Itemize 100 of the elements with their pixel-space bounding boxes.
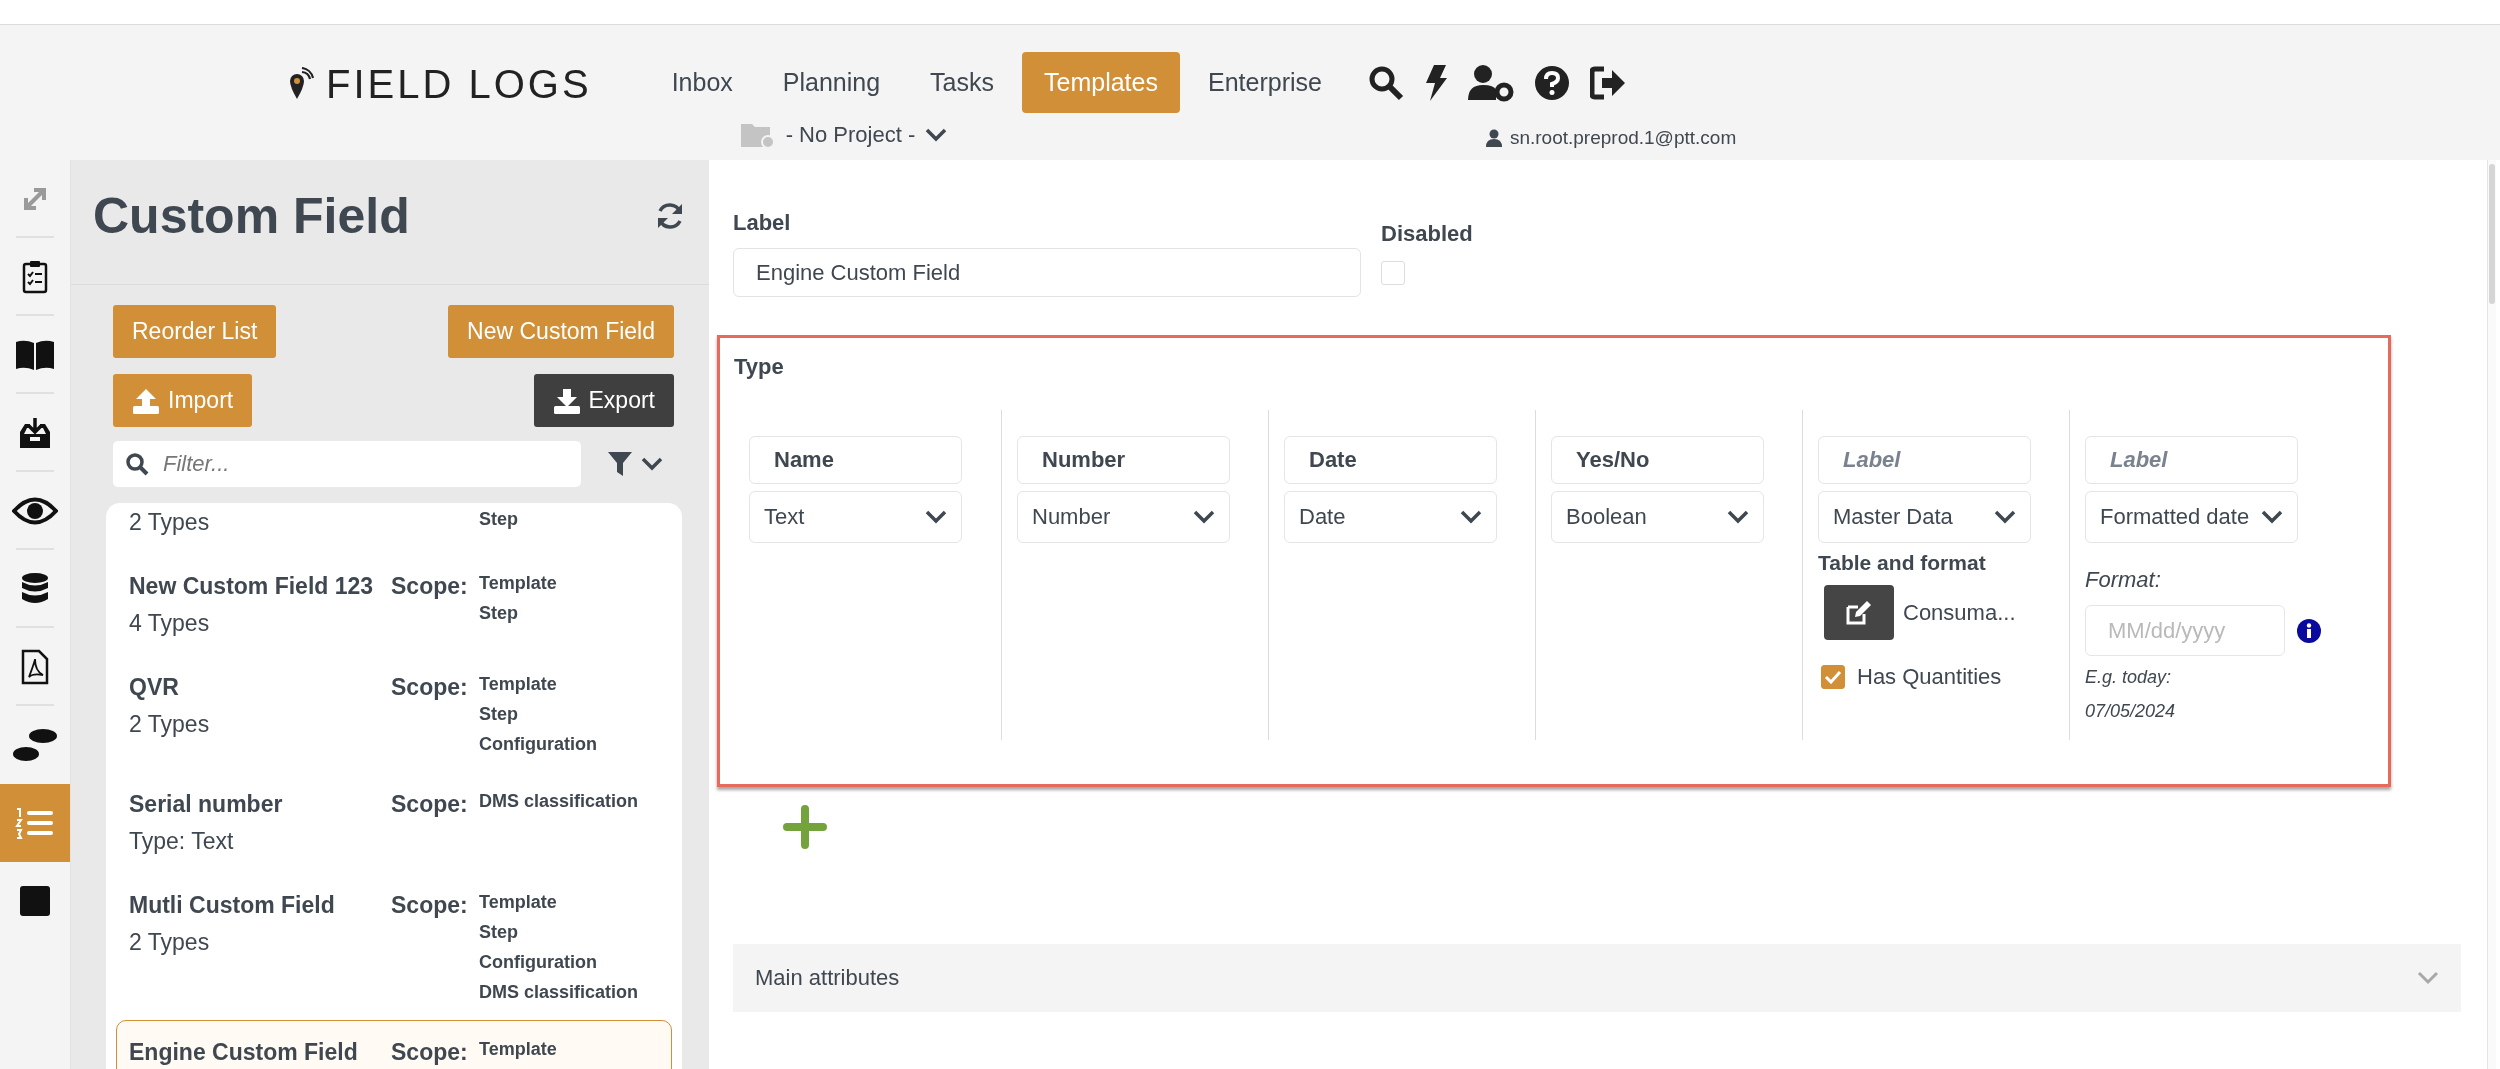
- chevron-down-icon: [925, 510, 947, 524]
- table-heading: Table and format: [1818, 551, 1987, 575]
- label-field[interactable]: Name: [749, 436, 962, 484]
- main-attributes-accordion[interactable]: Main attributes: [733, 944, 2461, 1012]
- field-detail: 2 Types: [129, 928, 211, 957]
- user-settings-icon[interactable]: [1467, 64, 1514, 102]
- clipboard-icon: [22, 260, 48, 294]
- edit-icon: [1845, 599, 1873, 626]
- scope-label: Scope:: [391, 1038, 469, 1067]
- nav-tab[interactable]: Planning: [760, 52, 903, 113]
- chevron-down-icon: [1727, 510, 1749, 524]
- field-detail: 4 Types: [129, 609, 211, 638]
- tray-icon: [18, 416, 52, 450]
- label-field[interactable]: Label: [2085, 436, 2298, 484]
- scope-value: Step: [479, 508, 519, 531]
- nav-tab[interactable]: Inbox: [649, 52, 755, 113]
- type-dropdown[interactable]: Date: [1284, 491, 1497, 543]
- chevron-down-icon: [925, 128, 948, 142]
- scope-value: DMS classification: [479, 790, 640, 813]
- label-field[interactable]: Yes/No: [1551, 436, 1764, 484]
- format-label: Format:: [2085, 567, 2162, 593]
- database-icon: [21, 573, 49, 605]
- square-icon: [19, 885, 51, 917]
- field-label: Label: [733, 210, 792, 236]
- type-dropdown[interactable]: Master Data: [1818, 491, 2031, 543]
- numbered-list-icon: [15, 806, 55, 840]
- format-field[interactable]: MM/dd/yyyy: [2085, 605, 2285, 656]
- export-button[interactable]: Export: [533, 374, 674, 427]
- scrollbar[interactable]: [2487, 160, 2496, 1069]
- user-email: sn.root.preprod.1@ptt.com: [1509, 127, 1737, 149]
- type-dropdown[interactable]: Text: [749, 491, 962, 543]
- field-name: New Custom Field 123: [129, 572, 375, 601]
- label-input[interactable]: Engine Custom Field: [733, 248, 1361, 297]
- format-example: E.g. today: 07/05/2024: [2085, 666, 2177, 723]
- filter-field[interactable]: Filter...: [113, 441, 581, 487]
- list-item[interactable]: 2 Types Step: [116, 503, 672, 554]
- scope-label: Scope:: [391, 891, 469, 920]
- type-dropdown[interactable]: Number: [1017, 491, 1230, 543]
- panel-title: Custom Field: [93, 187, 410, 245]
- chevron-down-icon: [1460, 510, 1482, 524]
- list-item[interactable]: Serial number Type: Text Scope: DMS classification: [116, 772, 672, 873]
- type-dropdown[interactable]: Formatted date: [2085, 491, 2298, 543]
- chevron-down-icon: [1994, 510, 2016, 524]
- chevron-down-icon: [641, 457, 663, 471]
- label-field[interactable]: Date: [1284, 436, 1497, 484]
- chevron-down-icon: [2417, 971, 2439, 985]
- checkbox-label: Has Quantities: [1857, 664, 2002, 690]
- list-item[interactable]: Engine Custom Field Scope: Template: [116, 1020, 672, 1069]
- search-icon: [125, 452, 149, 476]
- field-detail: 2 Types: [129, 710, 211, 739]
- scope-value: Configuration: [479, 733, 598, 756]
- scope-label: Scope:: [391, 673, 469, 702]
- refresh-icon[interactable]: [655, 201, 685, 231]
- field-detail: Type: Text: [129, 827, 235, 856]
- upload-icon: [132, 387, 160, 414]
- field-name: Serial number: [129, 790, 284, 819]
- list-item[interactable]: New Custom Field 123 4 Types Scope: Template Step: [116, 554, 672, 655]
- plus-icon: [783, 805, 827, 849]
- book-icon: [15, 339, 55, 371]
- nav-tab[interactable]: Enterprise: [1185, 52, 1344, 113]
- section-title: Type: [734, 354, 785, 380]
- field-name: Mutli Custom Field: [129, 891, 336, 920]
- scope-label: Scope:: [391, 790, 469, 819]
- scope-value: Step: [479, 921, 519, 944]
- label-field[interactable]: Label: [1818, 436, 2031, 484]
- nav-tab[interactable]: Tasks: [908, 52, 1016, 113]
- list-item[interactable]: QVR 2 Types Scope: Template Step Configuration: [116, 655, 672, 772]
- scope-value: Configuration: [479, 951, 598, 974]
- type-dropdown[interactable]: Boolean: [1551, 491, 1764, 543]
- field-detail: 2 Types: [129, 508, 211, 537]
- sign-out-icon[interactable]: [1589, 66, 1626, 100]
- scope-value: DMS classification: [479, 981, 640, 1004]
- chevron-down-icon: [2261, 510, 2283, 524]
- field-label: Disabled: [1381, 221, 1473, 247]
- scope-value: Template: [479, 891, 558, 914]
- list-item[interactable]: Mutli Custom Field 2 Types Scope: Template Step Configuration DMS classification: [116, 873, 672, 1020]
- field-name: Engine Custom Field: [129, 1038, 359, 1067]
- field-name: QVR: [129, 673, 180, 702]
- pdf-file-icon: [21, 649, 49, 685]
- user-icon: [1485, 129, 1502, 147]
- chevron-down-icon: [1193, 510, 1215, 524]
- info-icon[interactable]: [2297, 618, 2321, 643]
- eye-icon: [12, 496, 58, 526]
- scope-value: Step: [479, 602, 519, 625]
- search-icon[interactable]: [1367, 65, 1404, 101]
- scope-value: Template: [479, 1038, 558, 1061]
- scope-value: Template: [479, 572, 558, 595]
- edit-button[interactable]: [1824, 585, 1894, 640]
- download-icon: [552, 387, 581, 414]
- table-name: Consuma...: [1903, 599, 2016, 626]
- project-selector[interactable]: - No Project -: [739, 121, 1344, 149]
- label-field[interactable]: Number: [1017, 436, 1230, 484]
- help-icon[interactable]: [1533, 65, 1570, 101]
- logo-text: FIELD LOGS: [326, 62, 592, 107]
- scope-value: Step: [479, 703, 519, 726]
- add-button[interactable]: [783, 805, 827, 852]
- scope-label: Scope:: [391, 572, 469, 601]
- lightning-icon[interactable]: [1423, 64, 1448, 102]
- scope-value: Template: [479, 673, 558, 696]
- has-quantities-checkbox[interactable]: [1821, 665, 1845, 689]
